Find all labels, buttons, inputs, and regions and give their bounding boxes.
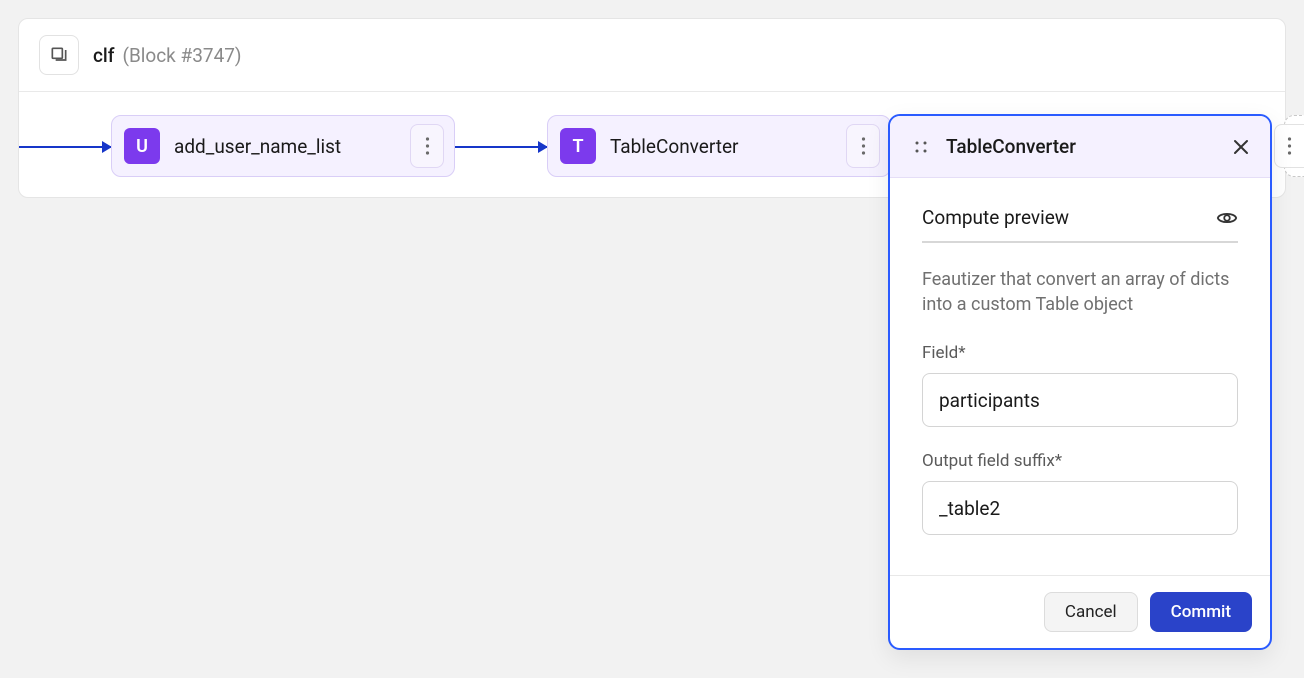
connector-arrow bbox=[19, 146, 111, 148]
preview-visibility-button[interactable] bbox=[1216, 207, 1238, 229]
eye-icon bbox=[1216, 207, 1238, 229]
field-label: Field* bbox=[922, 343, 1238, 363]
suffix-input[interactable] bbox=[922, 481, 1238, 535]
panel-body: Compute preview Feautizer that convert a… bbox=[890, 178, 1270, 575]
panel-description: Feautizer that convert an array of dicts… bbox=[922, 267, 1238, 317]
more-vertical-icon bbox=[425, 136, 430, 156]
tab-compute-preview[interactable]: Compute preview bbox=[922, 206, 1216, 229]
close-icon bbox=[1232, 138, 1250, 156]
block-collapse-button[interactable] bbox=[39, 35, 79, 75]
block-title-wrap: clf (Block #3747) bbox=[93, 44, 242, 67]
block-subtitle: (Block #3747) bbox=[122, 44, 241, 67]
node-add-user-name-list[interactable]: U add_user_name_list bbox=[111, 115, 455, 177]
preview-tab-row: Compute preview bbox=[922, 206, 1238, 243]
cancel-button[interactable]: Cancel bbox=[1044, 592, 1138, 632]
commit-button[interactable]: Commit bbox=[1150, 592, 1252, 632]
block-title: clf bbox=[93, 44, 114, 67]
node-initial-badge: U bbox=[124, 128, 160, 164]
partial-node-menu-button[interactable] bbox=[1274, 124, 1304, 168]
panel-footer: Cancel Commit bbox=[890, 575, 1270, 648]
close-button[interactable] bbox=[1232, 138, 1250, 156]
suffix-label: Output field suffix* bbox=[922, 451, 1238, 471]
connector-arrow bbox=[455, 146, 547, 148]
panel-title: TableConverter bbox=[946, 135, 1214, 158]
node-table-converter[interactable]: T TableConverter bbox=[547, 115, 891, 177]
node-label: TableConverter bbox=[610, 135, 832, 158]
node-menu-button[interactable] bbox=[846, 124, 880, 168]
panel-header: TableConverter bbox=[890, 116, 1270, 178]
node-label: add_user_name_list bbox=[174, 135, 396, 158]
drag-handle[interactable] bbox=[914, 140, 928, 154]
node-menu-button[interactable] bbox=[410, 124, 444, 168]
block-header: clf (Block #3747) bbox=[19, 19, 1285, 92]
node-initial-badge: T bbox=[560, 128, 596, 164]
more-vertical-icon bbox=[1287, 136, 1292, 156]
field-group-suffix: Output field suffix* bbox=[922, 451, 1238, 535]
field-group-field: Field* bbox=[922, 343, 1238, 427]
details-panel: TableConverter Compute preview Feautizer… bbox=[888, 114, 1272, 650]
field-input[interactable] bbox=[922, 373, 1238, 427]
drag-grid-icon bbox=[914, 140, 928, 154]
more-vertical-icon bbox=[861, 136, 866, 156]
stack-icon bbox=[49, 45, 69, 65]
